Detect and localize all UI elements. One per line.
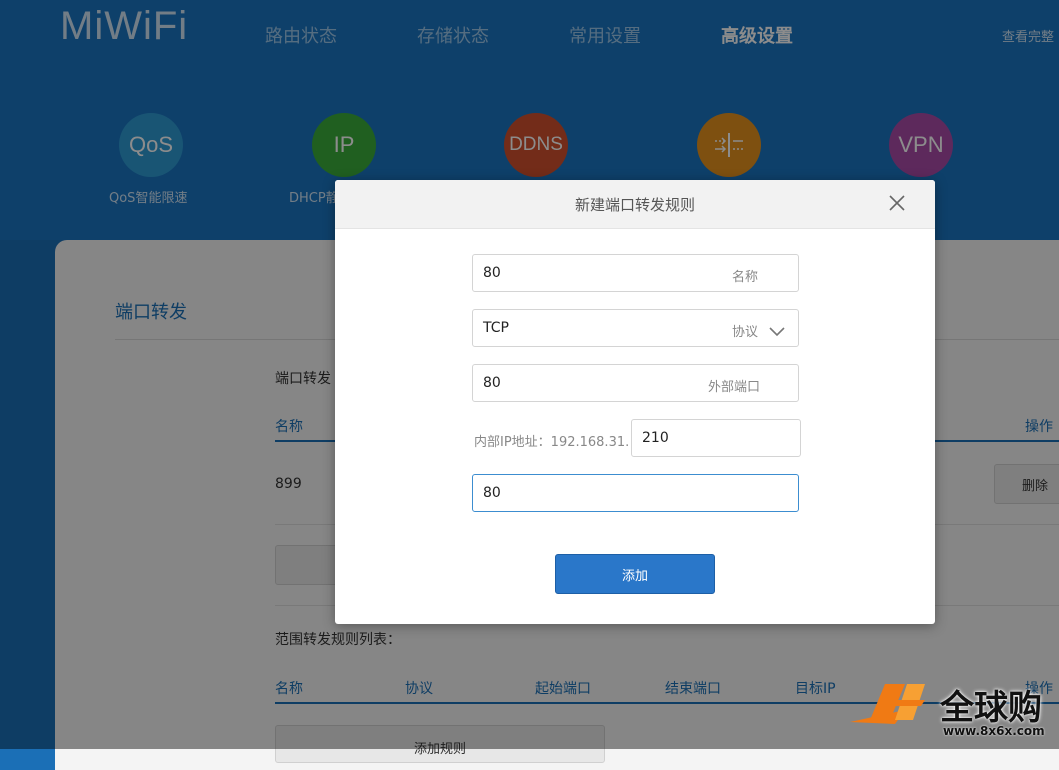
chevron-down-icon[interactable] bbox=[768, 322, 786, 341]
dialog-title: 新建端口转发规则 bbox=[574, 196, 695, 214]
watermark: 全球购 www.8x6x.com bbox=[845, 680, 1059, 749]
watermark-logo-icon bbox=[850, 684, 925, 724]
watermark-text: 全球购 bbox=[940, 688, 1042, 728]
internal-ip-input[interactable]: 210 bbox=[631, 419, 801, 457]
new-port-forward-dialog: 新建端口转发规则 80 名称 TCP 协议 80 外部端口 内部IP地址：192… bbox=[335, 180, 935, 624]
rule-name-input[interactable]: 80 名称 bbox=[472, 254, 799, 292]
watermark-url: www.8x6x.com bbox=[943, 724, 1045, 738]
rule-name-value: 80 bbox=[483, 265, 501, 281]
protocol-value: TCP bbox=[483, 320, 509, 336]
external-port-value: 80 bbox=[483, 375, 501, 391]
rule-name-hint: 名称 bbox=[731, 270, 758, 285]
internal-ip-label: 内部IP地址：192.168.31. bbox=[474, 435, 630, 450]
internal-ip-value: 210 bbox=[642, 430, 669, 446]
internal-port-value: 80 bbox=[483, 485, 501, 501]
close-icon[interactable] bbox=[887, 193, 907, 213]
protocol-hint: 协议 bbox=[731, 325, 758, 340]
add-button[interactable]: 添加 bbox=[555, 554, 715, 594]
internal-port-input[interactable]: 80 bbox=[472, 474, 799, 512]
protocol-select[interactable]: TCP 协议 bbox=[472, 309, 799, 347]
external-port-hint: 外部端口 bbox=[707, 380, 760, 395]
external-port-input[interactable]: 80 外部端口 bbox=[472, 364, 799, 402]
dialog-header: 新建端口转发规则 bbox=[335, 180, 935, 229]
